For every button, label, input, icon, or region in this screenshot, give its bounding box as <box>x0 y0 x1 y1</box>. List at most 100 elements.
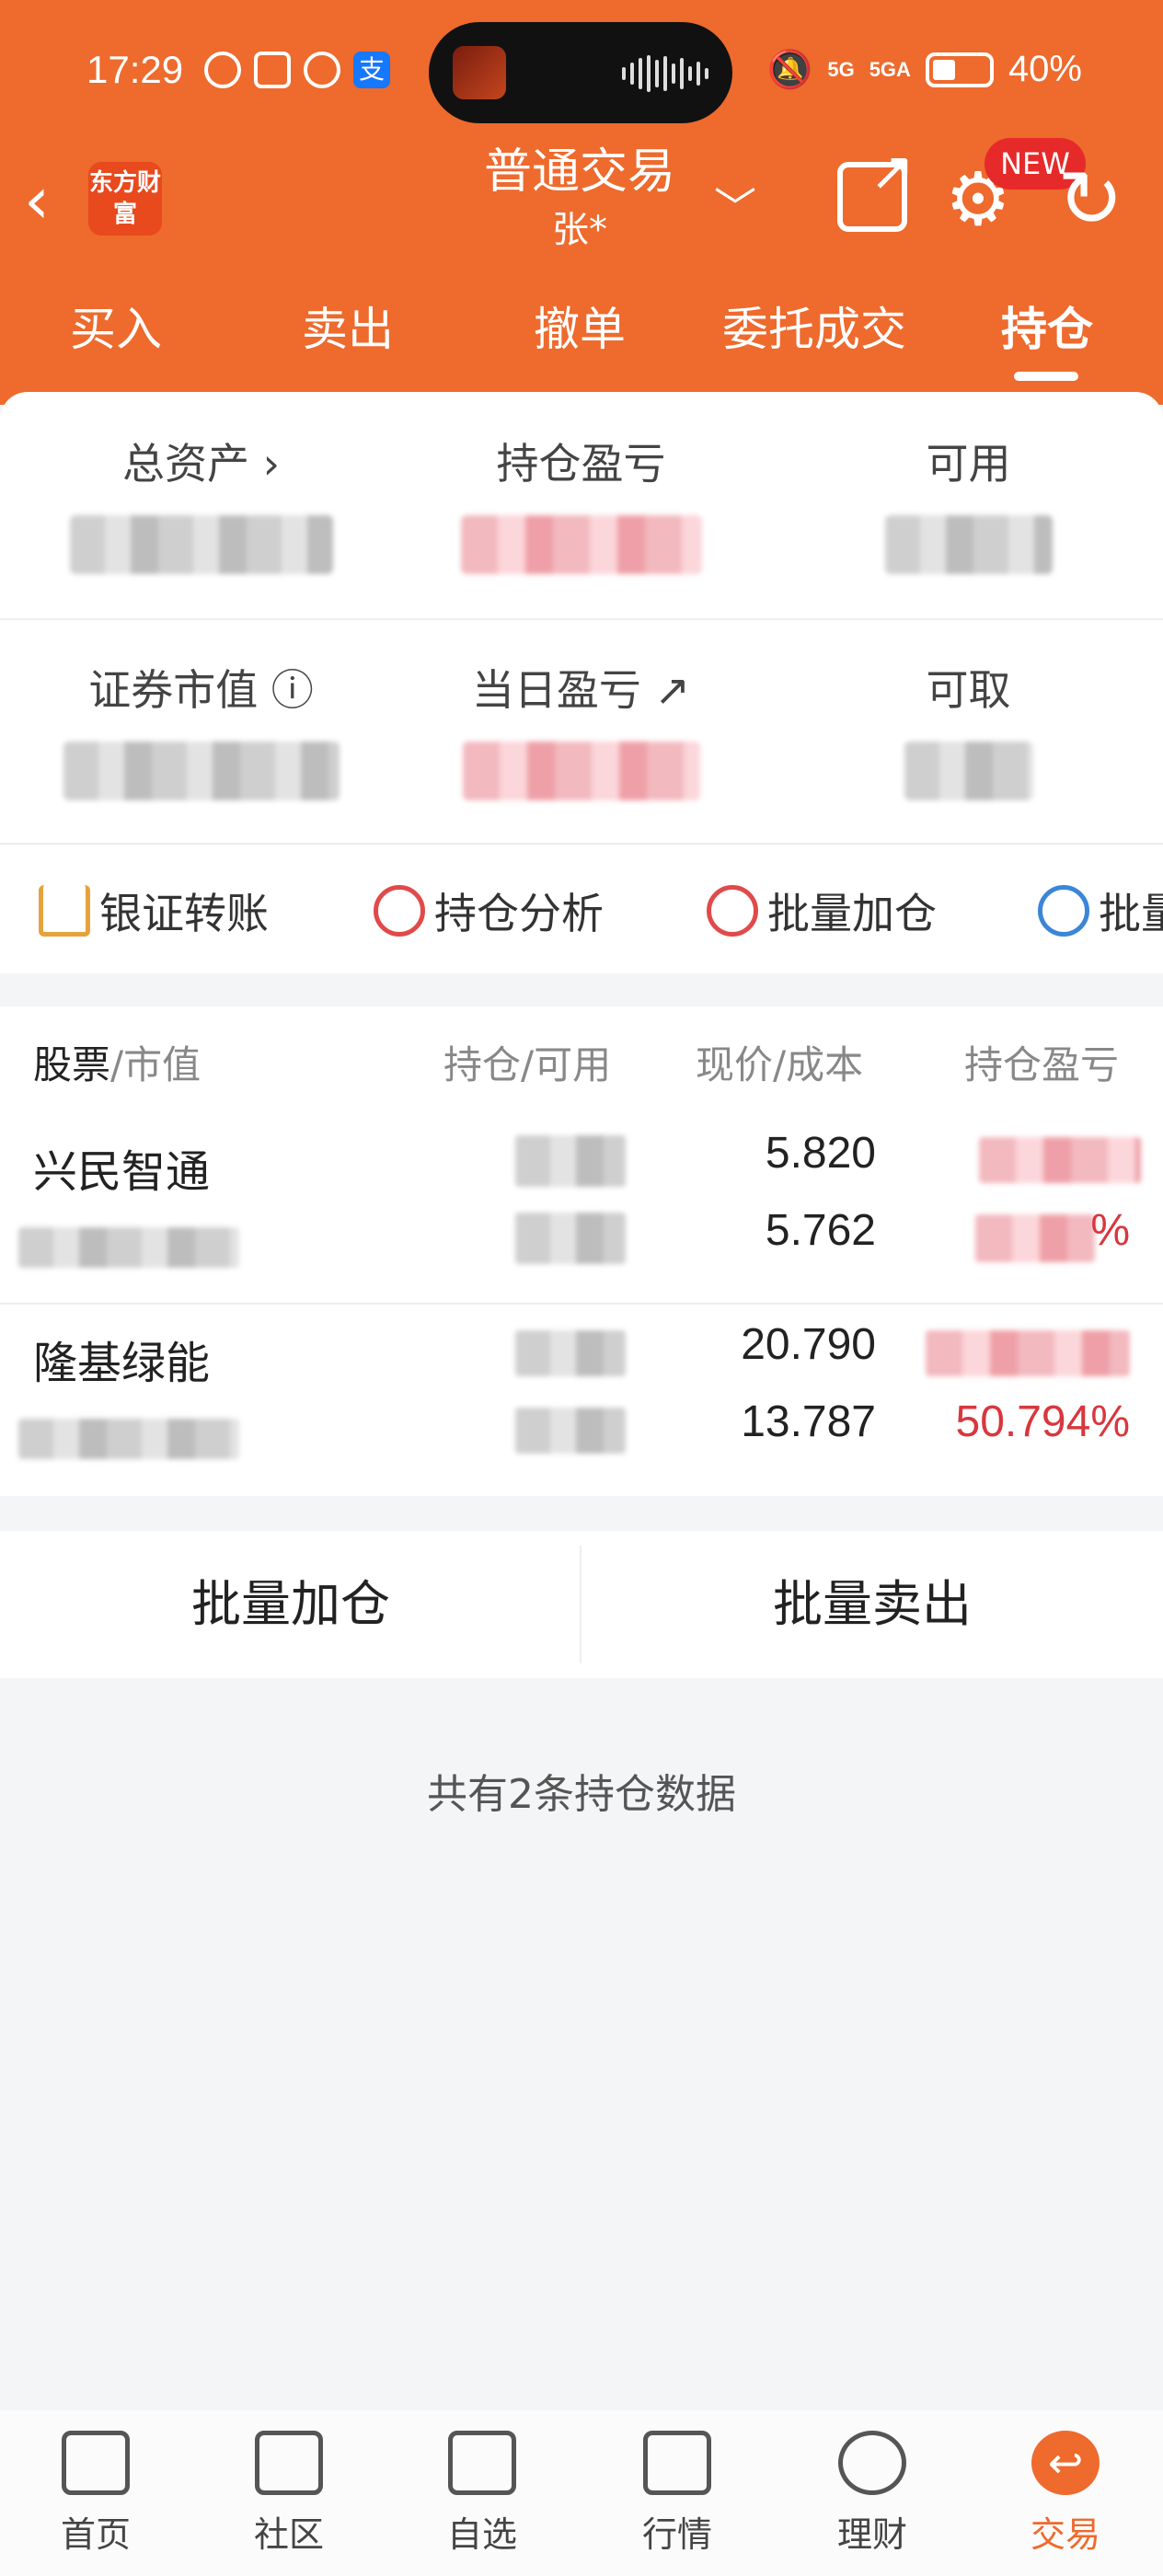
nav-market-label: 行情 <box>641 2514 712 2555</box>
wealth-icon <box>838 2431 906 2495</box>
nav-community-label: 社区 <box>253 2514 324 2555</box>
share-icon[interactable] <box>837 140 915 232</box>
status-icons-right: 🔕 5G 5GA 40% <box>767 48 1082 91</box>
batch-sell-button[interactable]: 批量卖出 <box>582 1531 1163 1678</box>
position-analysis-label: 持仓分析 <box>434 889 604 938</box>
pl-amount-masked <box>926 1330 1130 1376</box>
market-value-masked <box>18 1419 239 1459</box>
refresh-icon[interactable]: ↻ <box>1049 160 1132 239</box>
available-masked <box>515 1408 626 1454</box>
signal-5g: 5G <box>827 57 855 81</box>
tab-buy[interactable]: 买入 <box>35 293 197 375</box>
withdrawable-cell: 可取 <box>775 618 1162 845</box>
header-position[interactable]: 持仓/可用 <box>443 1034 611 1090</box>
tab-cancel[interactable]: 撤单 <box>499 293 661 375</box>
tab-indicator <box>1014 372 1078 381</box>
nav-home-label: 首页 <box>60 2514 131 2555</box>
available-cell: 可用 <box>775 392 1162 618</box>
mute-icon: 🔕 <box>766 50 813 90</box>
table-row[interactable]: 隆基绿能 20.790 13.787 50.794% <box>0 1305 1163 1496</box>
alarm-icon <box>304 52 340 88</box>
batch-add-quick-button[interactable]: 批量加仓 <box>707 881 937 940</box>
current-price: 20.790 <box>741 1320 876 1369</box>
nav-trade[interactable]: ↩ 交易 <box>1001 2431 1130 2557</box>
pie-chart-icon <box>374 885 425 937</box>
battery-icon <box>925 52 994 87</box>
current-price: 5.820 <box>765 1129 876 1178</box>
quick-actions: 银证转账 持仓分析 批量加仓 批量 <box>0 843 1163 973</box>
nav-wealth[interactable]: 理财 <box>808 2431 937 2557</box>
market-value-masked <box>63 742 340 800</box>
trade-tabs: 买入 卖出 撤单 委托成交 持仓 <box>0 293 1163 375</box>
tab-sell[interactable]: 卖出 <box>267 293 429 375</box>
total-assets-label: 总资产 › <box>121 439 281 489</box>
table-row[interactable]: 兴民智通 5.820 5.762 % <box>0 1113 1163 1305</box>
bank-transfer-label: 银证转账 <box>99 889 269 938</box>
audio-wave-icon <box>622 55 710 92</box>
market-value-label: 证券市值 ⓘ <box>88 665 314 715</box>
transfer-icon <box>39 885 90 937</box>
total-assets-cell[interactable]: 总资产 › <box>7 392 395 618</box>
pl-percent-masked <box>975 1214 1095 1262</box>
nav-market[interactable]: 行情 <box>613 2431 742 2557</box>
eye-icon <box>204 52 241 88</box>
status-icons-left: 支 <box>204 52 390 88</box>
watchlist-icon <box>448 2431 516 2495</box>
bottom-nav: 首页 社区 自选 行情 理财 ↩ 交易 <box>0 2410 1163 2576</box>
community-icon <box>255 2431 323 2495</box>
available-value-masked <box>884 515 1053 574</box>
nav-watchlist-label: 自选 <box>446 2514 517 2555</box>
header-pl[interactable]: 持仓盈亏 <box>964 1034 1119 1090</box>
batch-actions: 批量加仓 批量卖出 <box>0 1531 1163 1678</box>
header-stock: 股票/市值 <box>33 1034 201 1090</box>
app-header: 17:29 支 🔕 5G 5GA 40% ‹ 东方财富 普通交易 张* ﹀ ↗ … <box>0 0 1163 405</box>
nav-trade-label: 交易 <box>1030 2514 1100 2555</box>
dynamic-island[interactable] <box>429 22 732 123</box>
status-time: 17:29 <box>86 48 184 91</box>
tab-positions[interactable]: 持仓 <box>966 293 1128 375</box>
market-icon <box>643 2431 711 2495</box>
batch-quick-label: 批量 <box>1099 889 1163 938</box>
home-icon <box>62 2431 130 2495</box>
page-title: 普通交易 <box>483 144 675 200</box>
market-value-masked <box>18 1227 239 1268</box>
holding-pl-cell: 持仓盈亏 <box>387 392 775 618</box>
daily-pl-cell[interactable]: 当日盈亏 ↗ <box>387 618 775 845</box>
batch-add-icon <box>707 885 758 937</box>
battery-percent: 40% <box>1008 49 1082 89</box>
header-price[interactable]: 现价/成本 <box>696 1034 863 1090</box>
available-masked <box>515 1213 626 1264</box>
position-masked <box>515 1330 626 1376</box>
nav-home[interactable]: 首页 <box>31 2431 160 2557</box>
cost-price: 5.762 <box>765 1206 876 1255</box>
available-label: 可用 <box>926 439 1011 489</box>
stock-name: 隆基绿能 <box>33 1338 211 1389</box>
stock-name: 兴民智通 <box>33 1146 211 1198</box>
account-switcher[interactable]: 普通交易 张* <box>442 138 718 256</box>
pl-percent: % <box>1090 1206 1130 1255</box>
market-value-cell[interactable]: 证券市值 ⓘ <box>7 618 395 845</box>
position-analysis-button[interactable]: 持仓分析 <box>374 881 604 940</box>
nav-bar: ‹ 东方财富 普通交易 张* ﹀ ⚙ NEW ↻ <box>0 138 1163 267</box>
bank-transfer-button[interactable]: 银证转账 <box>39 881 269 940</box>
daily-pl-value-masked <box>462 742 700 800</box>
header-market-value-label: /市值 <box>110 1042 202 1087</box>
tab-orders[interactable]: 委托成交 <box>699 293 929 375</box>
pl-amount-masked <box>979 1137 1141 1183</box>
holding-pl-label: 持仓盈亏 <box>496 439 666 489</box>
header-stock-label: 股票 <box>33 1042 111 1087</box>
chevron-down-icon[interactable]: ﹀ <box>714 175 756 236</box>
batch-add-button[interactable]: 批量加仓 <box>0 1531 582 1678</box>
batch-quick-button[interactable]: 批量 <box>1038 881 1163 940</box>
batch-add-quick-label: 批量加仓 <box>767 889 937 938</box>
nav-community[interactable]: 社区 <box>225 2431 353 2557</box>
total-assets-value-masked <box>69 515 333 574</box>
back-chevron-icon[interactable]: ‹ <box>24 164 79 237</box>
holdings-count-text: 共有2条持仓数据 <box>427 1771 736 1818</box>
asset-summary-card: 总资产 › 持仓盈亏 可用 证券市值 ⓘ 当日盈亏 ↗ 可取 <box>0 392 1163 843</box>
pl-percent: 50.794% <box>955 1397 1131 1446</box>
holding-pl-value-masked <box>460 515 702 574</box>
app-logo: 东方财富 <box>88 162 162 236</box>
nav-watchlist[interactable]: 自选 <box>418 2431 547 2557</box>
signal-5ga: 5GA <box>869 57 911 81</box>
